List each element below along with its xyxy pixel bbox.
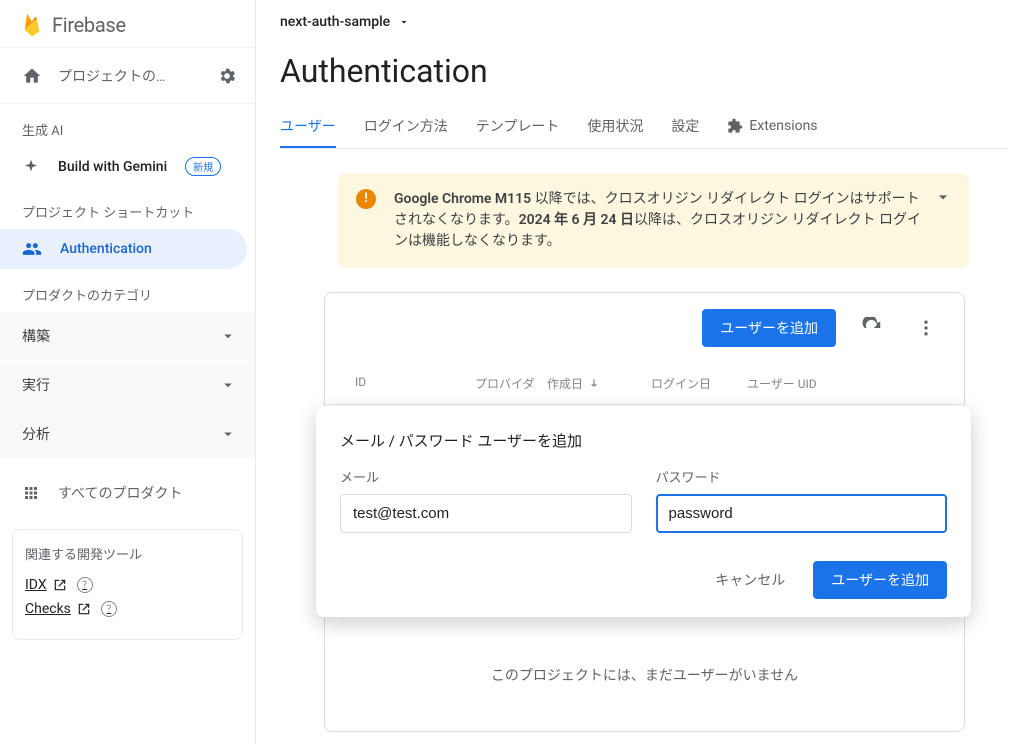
category-run[interactable]: 実行 [0,361,255,410]
category-build[interactable]: 構築 [0,312,255,361]
warning-bold2: 2024 年 6 月 24 日 [519,212,634,228]
project-selector[interactable]: next-auth-sample [280,0,1009,44]
category-analyze[interactable]: 分析 [0,410,255,459]
dialog-title: メール / パスワード ユーザーを追加 [340,430,947,451]
category-build-label: 構築 [22,326,50,346]
col-created[interactable]: 作成日 [541,371,645,396]
tool-link-checks[interactable]: Checks ? [25,601,230,617]
password-field-label: パスワード [656,467,948,486]
gear-icon[interactable] [217,66,237,86]
dev-tools-title: 関連する開発ツール [25,544,230,563]
submit-add-user-button[interactable]: ユーザーを追加 [813,561,947,599]
checks-label: Checks [25,601,71,617]
section-categories-label: プロダクトのカテゴリ [0,269,255,312]
table-header: ID プロバイダ 作成日 ログイン日 ユーザー UID [325,363,964,405]
project-overview-label: プロジェクトの… [58,66,165,86]
firebase-logo-row[interactable]: Firebase [0,0,255,48]
sidebar: Firebase プロジェクトの… 生成 AI Build with Gemin… [0,0,256,744]
sidebar-item-gemini[interactable]: Build with Gemini 新規 [0,147,247,186]
extensions-icon [727,118,743,134]
firebase-wordmark: Firebase [52,13,126,37]
authentication-label: Authentication [60,241,152,257]
chevron-down-icon [219,425,237,443]
col-login[interactable]: ログイン日 [645,371,741,396]
cancel-button[interactable]: キャンセル [703,562,797,598]
firebase-flame-icon [22,12,42,38]
project-overview-row[interactable]: プロジェクトの… [0,48,255,104]
warning-banner: ! Google Chrome M115 以降では、クロスオリジン リダイレクト… [338,173,969,268]
tab-extensions[interactable]: Extensions [727,108,817,146]
main-content: next-auth-sample Authentication ユーザー ログイ… [256,0,1033,744]
chevron-down-icon [219,327,237,345]
sparkle-icon [22,158,40,176]
email-field[interactable] [340,494,632,533]
tab-settings[interactable]: 設定 [671,106,699,148]
section-shortcuts-label: プロジェクト ショートカット [0,186,255,229]
dropdown-caret-icon [398,16,410,28]
people-icon [22,239,42,259]
chevron-down-icon [219,376,237,394]
extensions-label: Extensions [749,118,817,134]
tabs-row: ユーザー ログイン方法 テンプレート 使用状況 設定 Extensions [280,106,1009,149]
dev-tools-box: 関連する開発ツール IDX ? Checks ? [12,529,243,640]
sort-down-icon [587,377,601,391]
project-selector-label: next-auth-sample [280,14,390,30]
apps-grid-icon [22,484,40,502]
sidebar-item-all-products[interactable]: すべてのプロダクト [0,473,247,513]
warning-bold1: Google Chrome M115 [394,191,531,207]
gemini-label: Build with Gemini [58,159,167,175]
col-uid[interactable]: ユーザー UID [741,371,940,396]
col-provider[interactable]: プロバイダ [469,371,541,396]
more-menu-button[interactable] [908,310,944,346]
card-toolbar: ユーザーを追加 [325,293,964,363]
category-analyze-label: 分析 [22,424,50,444]
page-title: Authentication [280,44,1009,106]
new-badge: 新規 [185,157,221,176]
add-user-button[interactable]: ユーザーを追加 [702,309,836,347]
tab-templates[interactable]: テンプレート [476,106,560,148]
col-id[interactable]: ID [349,371,469,396]
col-created-label: 作成日 [547,375,583,392]
chevron-down-icon[interactable] [933,187,953,207]
add-user-dialog: メール / パスワード ユーザーを追加 メール パスワード キャンセル ユーザー… [316,406,971,617]
help-icon[interactable]: ? [77,577,93,593]
email-field-label: メール [340,467,632,486]
external-link-icon [53,578,67,592]
tab-signin-method[interactable]: ログイン方法 [364,106,448,148]
password-field[interactable] [656,494,948,533]
tab-users[interactable]: ユーザー [280,106,336,148]
tab-usage[interactable]: 使用状況 [587,106,643,148]
external-link-icon [77,602,91,616]
category-run-label: 実行 [22,375,50,395]
refresh-button[interactable] [854,310,890,346]
section-ai-label: 生成 AI [0,104,255,147]
tool-link-idx[interactable]: IDX ? [25,577,230,593]
sidebar-item-authentication[interactable]: Authentication [0,229,247,269]
warning-icon: ! [356,189,376,209]
idx-label: IDX [25,577,47,593]
help-icon[interactable]: ? [101,601,117,617]
home-icon [22,66,42,86]
all-products-label: すべてのプロダクト [58,483,182,503]
